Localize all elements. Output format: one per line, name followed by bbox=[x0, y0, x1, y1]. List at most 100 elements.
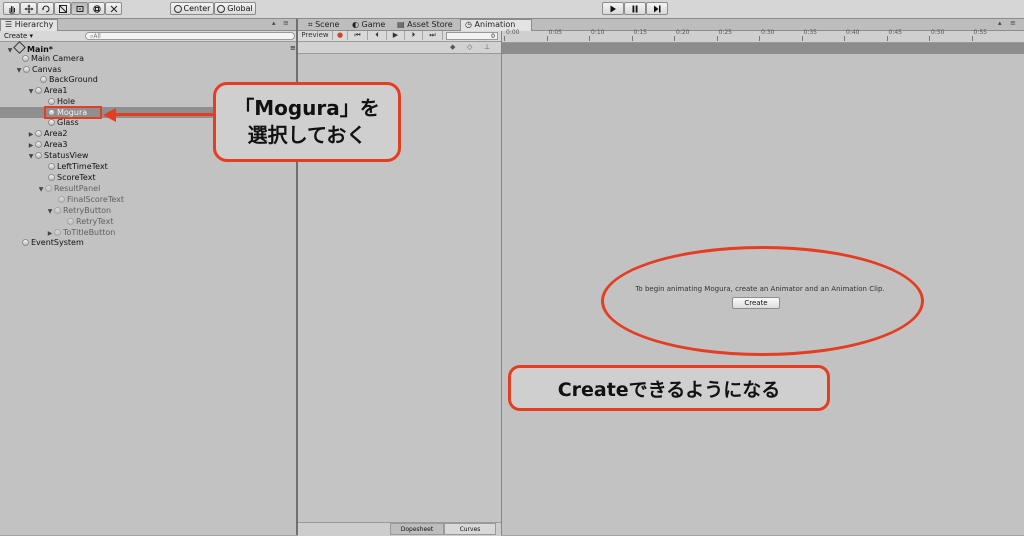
scene-root[interactable]: ▼ Main* bbox=[6, 41, 53, 54]
lock-icon[interactable]: ▴ bbox=[998, 19, 1002, 27]
dopesheet-button[interactable]: Dopesheet bbox=[390, 523, 444, 535]
play-icon bbox=[610, 5, 616, 12]
panel-menu-icon[interactable]: ≡ bbox=[283, 19, 289, 27]
rect-tool-button[interactable] bbox=[71, 2, 88, 15]
frame-input[interactable]: 0 bbox=[446, 32, 498, 40]
timeline-tick-mark bbox=[759, 36, 760, 41]
frame-value: 0 bbox=[491, 33, 495, 40]
step-button[interactable] bbox=[646, 2, 668, 15]
tree-item-area3[interactable]: ▶ Area3 bbox=[27, 140, 68, 150]
record-button[interactable]: ● bbox=[333, 31, 348, 40]
tab-animation-label: Animation bbox=[474, 20, 516, 29]
timeline-tick-label: 0:35 bbox=[803, 29, 817, 36]
add-keyframe-icon[interactable]: ◆ bbox=[450, 43, 455, 51]
next-frame-icon: ⏵ bbox=[411, 31, 416, 39]
tab-hierarchy[interactable]: ☰ Hierarchy bbox=[0, 19, 59, 31]
first-frame-button[interactable]: ⏮ bbox=[348, 31, 368, 40]
scene-menu-icon[interactable]: ≡ bbox=[290, 44, 296, 52]
prev-frame-button[interactable]: ⏴ bbox=[368, 31, 387, 40]
preview-toggle[interactable]: Preview bbox=[298, 31, 333, 40]
scale-icon bbox=[58, 4, 67, 13]
transform-icon bbox=[92, 4, 101, 13]
tree-item-statusview[interactable]: ▼ StatusView bbox=[27, 151, 89, 162]
tree-item-area1[interactable]: ▼ Area1 bbox=[27, 86, 68, 96]
scene-grid-icon: ⌗ bbox=[308, 20, 316, 29]
tab-animation[interactable]: ◷ Animation bbox=[460, 19, 532, 31]
tree-item-retrytext[interactable]: RetryText bbox=[67, 217, 113, 227]
timeline-tick-label: 0:45 bbox=[888, 29, 902, 36]
step-icon bbox=[654, 5, 661, 12]
pivot-center-button[interactable]: Center bbox=[170, 2, 214, 15]
timeline-tick-label: 0:00 bbox=[506, 29, 520, 36]
tab-asset-store[interactable]: ▤ Asset Store bbox=[393, 20, 457, 30]
space-global-button[interactable]: Global bbox=[214, 2, 256, 15]
hierarchy-toolbar: Create ▾ ⌕All bbox=[0, 31, 296, 42]
scale-tool-button[interactable] bbox=[54, 2, 71, 15]
curves-button[interactable]: Curves bbox=[444, 523, 496, 535]
tree-item-label: StatusView bbox=[44, 151, 89, 160]
tree-item-label: RetryText bbox=[76, 217, 114, 226]
move-tool-button[interactable] bbox=[20, 2, 37, 15]
expand-arrow-icon[interactable]: ▼ bbox=[46, 207, 54, 217]
play-animation-button[interactable]: ▶ bbox=[387, 31, 405, 40]
tree-item-background[interactable]: BackGround bbox=[40, 75, 98, 85]
pause-button[interactable] bbox=[624, 2, 646, 15]
tree-item-resultpanel[interactable]: ▼ ResultPanel bbox=[37, 184, 101, 195]
tree-item-eventsystem[interactable]: EventSystem bbox=[22, 238, 84, 248]
gameobject-icon bbox=[22, 55, 29, 62]
event-marker-icon[interactable]: ⊥ bbox=[484, 43, 490, 51]
tree-item-canvas[interactable]: ▼ Canvas bbox=[15, 65, 62, 76]
timeline-tick-mark bbox=[674, 36, 675, 41]
rotate-tool-button[interactable] bbox=[37, 2, 54, 15]
gameobject-icon bbox=[40, 76, 47, 83]
custom-tool-icon bbox=[110, 5, 117, 12]
tree-item-glass[interactable]: Glass bbox=[48, 118, 79, 128]
tree-item-scoretext[interactable]: ScoreText bbox=[48, 173, 96, 183]
tree-item-label: Area2 bbox=[44, 129, 68, 138]
timeline-tick-label: 0:25 bbox=[718, 29, 732, 36]
pause-icon bbox=[632, 5, 638, 12]
tree-item-retrybutton[interactable]: ▼ RetryButton bbox=[46, 206, 111, 216]
tree-item-label: Main Camera bbox=[31, 54, 85, 63]
tab-game[interactable]: ◐ Game bbox=[348, 20, 389, 30]
timeline-tick-mark bbox=[801, 36, 803, 41]
gameobject-icon bbox=[54, 229, 61, 236]
lock-icon[interactable]: ▴ bbox=[272, 19, 276, 27]
gameobject-icon bbox=[48, 98, 55, 105]
collapse-arrow-icon[interactable]: ▶ bbox=[27, 141, 35, 151]
tree-item-lefttimetext[interactable]: LeftTimeText bbox=[48, 162, 108, 172]
gameobject-icon bbox=[48, 174, 55, 181]
transform-tool-button[interactable] bbox=[88, 2, 105, 15]
expand-arrow-icon[interactable]: ▼ bbox=[37, 185, 45, 195]
gameobject-icon bbox=[48, 163, 55, 170]
timeline-tick-mark bbox=[971, 36, 973, 41]
globe-icon bbox=[217, 4, 226, 13]
tree-item-main-camera[interactable]: Main Camera bbox=[22, 54, 84, 64]
next-frame-button[interactable]: ⏵ bbox=[405, 31, 423, 40]
expand-arrow-icon[interactable]: ▼ bbox=[15, 66, 23, 76]
panel-menu-icon[interactable]: ≡ bbox=[1010, 19, 1016, 27]
tree-item-area2[interactable]: ▶ Area2 bbox=[27, 129, 68, 139]
custom-tool-button[interactable] bbox=[105, 2, 122, 15]
play-button[interactable] bbox=[602, 2, 624, 15]
main-toolbar: Center Global bbox=[0, 0, 1024, 19]
tree-item-finalscoretext[interactable]: FinalScoreText bbox=[58, 195, 124, 205]
curves-label: Curves bbox=[459, 526, 481, 533]
create-dropdown[interactable]: Create ▾ bbox=[4, 31, 33, 41]
add-event-icon[interactable]: ◇ bbox=[467, 43, 472, 51]
collapse-arrow-icon[interactable]: ▶ bbox=[27, 130, 35, 140]
play-icon: ▶ bbox=[392, 31, 399, 39]
last-frame-icon: ⏭ bbox=[429, 31, 436, 39]
expand-arrow-icon[interactable]: ▼ bbox=[27, 87, 35, 97]
tree-item-totitlebutton[interactable]: ▶ ToTitleButton bbox=[46, 228, 116, 238]
last-frame-button[interactable]: ⏭ bbox=[423, 31, 443, 40]
tab-scene[interactable]: ⌗ Scene bbox=[304, 20, 343, 30]
hand-tool-button[interactable] bbox=[3, 2, 20, 15]
gameobject-icon bbox=[23, 66, 30, 73]
hierarchy-search-input[interactable]: ⌕All bbox=[85, 32, 295, 40]
record-icon: ● bbox=[336, 31, 344, 39]
timeline-tick-mark bbox=[504, 36, 505, 41]
expand-arrow-icon[interactable]: ▼ bbox=[27, 152, 35, 162]
timeline-tick-label: 0:30 bbox=[761, 29, 775, 36]
tree-item-label: Glass bbox=[57, 118, 79, 127]
